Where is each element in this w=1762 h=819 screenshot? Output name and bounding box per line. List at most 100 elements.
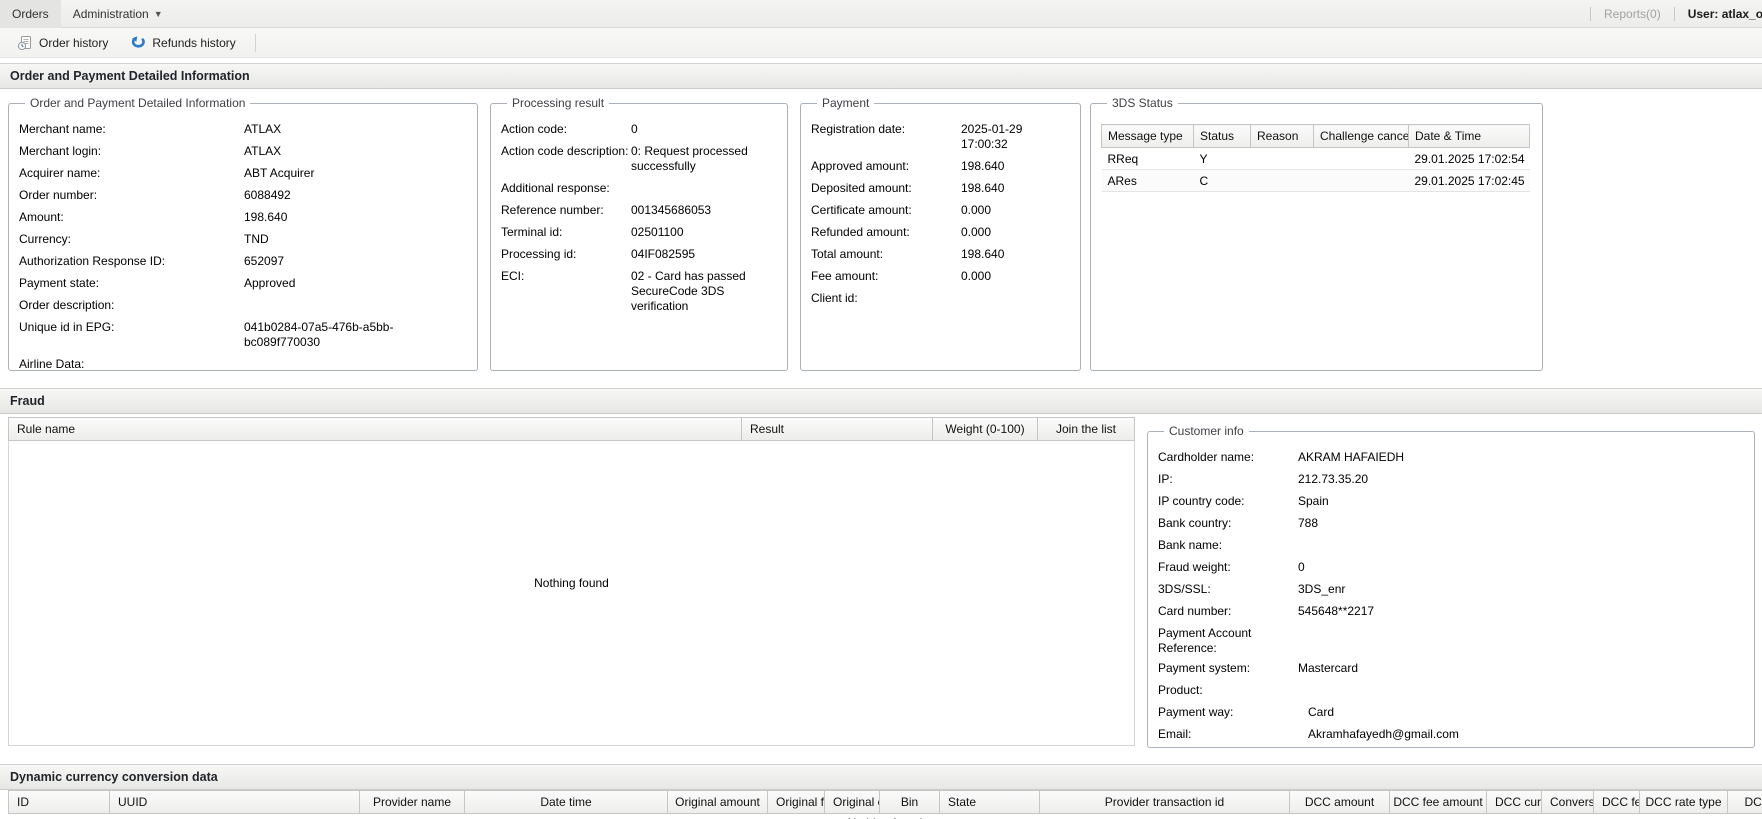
menu-administration[interactable]: Administration ▼ [61, 0, 175, 28]
field-value: Akramhafayedh@gmail.com [1298, 727, 1744, 742]
dcc-col-conversion[interactable]: Conversi [1542, 790, 1594, 814]
field-value: 0.000 [961, 269, 1070, 284]
field-label: Order description: [19, 298, 244, 313]
field-label: Action code: [501, 122, 631, 137]
dcc-col-dcc-amount[interactable]: DCC amount [1290, 790, 1390, 814]
dcc-col-dcc-fee-amount[interactable]: DCC fee amount [1390, 790, 1487, 814]
field-label: Refunded amount: [811, 225, 961, 240]
menubar-right: Reports(0) User: atlax_op [1590, 0, 1762, 28]
dcc-col-dcc-rate-type[interactable]: DCC rate type [1640, 790, 1728, 814]
threeds-col-reason[interactable]: Reason [1251, 125, 1314, 148]
field-label: Certificate amount: [811, 203, 961, 218]
field-value: ABT Acquirer [244, 166, 467, 181]
fraud-col-join-the-list[interactable]: Join the list [1038, 417, 1135, 441]
field-value [1298, 538, 1744, 553]
payment-fieldset: Payment Registration date:2025-01-29 17:… [800, 96, 1081, 371]
payment-legend: Payment [817, 96, 874, 110]
threeds-col-message-type[interactable]: Message type [1102, 125, 1194, 148]
field-value: 02501100 [631, 225, 777, 240]
field-label: Total amount: [811, 247, 961, 262]
section-header-fraud: Fraud [0, 388, 1762, 414]
dcc-col-date-time[interactable]: Date time [465, 790, 668, 814]
dcc-col-original-amount[interactable]: Original amount [668, 790, 768, 814]
fraud-col-rule-name[interactable]: Rule name [8, 417, 742, 441]
field-value: TND [244, 232, 467, 247]
order-info-fieldset: Order and Payment Detailed Information M… [8, 96, 478, 371]
field-label: Amount: [19, 210, 244, 225]
fraud-col-weight[interactable]: Weight (0-100) [933, 417, 1038, 441]
dcc-table-header: ID UUID Provider name Date time Original… [8, 790, 1762, 814]
field-value: ATLAX [244, 122, 467, 137]
field-label: Payment state: [19, 276, 244, 291]
field-label: Approved amount: [811, 159, 961, 174]
dcc-col-uuid[interactable]: UUID [110, 790, 360, 814]
dcc-col-state[interactable]: State [940, 790, 1040, 814]
field-value: 02 - Card has passed SecureCode 3DS veri… [631, 269, 777, 314]
field-label: ECI: [501, 269, 631, 314]
field-value: 041b0284-07a5-476b-a5bb-bc089f770030 [244, 320, 467, 350]
field-value: 0.000 [961, 203, 1070, 218]
customer-info-fieldset: Customer info Cardholder name:AKRAM HAFA… [1147, 424, 1755, 748]
field-label: Currency: [19, 232, 244, 247]
field-value: 001345686053 [631, 203, 777, 218]
cell-status: C [1194, 170, 1251, 192]
field-value: 04IF082595 [631, 247, 777, 262]
field-value [631, 181, 777, 196]
menubar-separator [1590, 7, 1591, 21]
threeds-col-challenge-cancel[interactable]: Challenge cancel [1314, 125, 1409, 148]
dcc-col-original-currency[interactable]: Original c [825, 790, 880, 814]
field-value: 3DS_enr [1298, 582, 1744, 597]
refunds-history-button[interactable]: Refunds history [121, 31, 244, 55]
dcc-col-id[interactable]: ID [8, 790, 110, 814]
field-label: Email: [1158, 727, 1298, 742]
field-value: 2025-01-29 17:00:32 [961, 122, 1070, 152]
field-value [961, 291, 1070, 306]
dcc-col-provider-name[interactable]: Provider name [360, 790, 465, 814]
dcc-col-dcc-currency[interactable]: DCC curr [1487, 790, 1542, 814]
field-label: Card number: [1158, 604, 1298, 619]
dcc-col-dcc-extra[interactable]: DCC [1728, 790, 1762, 814]
order-detail-page: Orders Administration ▼ Reports(0) User:… [0, 0, 1762, 819]
threeds-col-datetime[interactable]: Date & Time [1409, 125, 1530, 148]
order-history-button[interactable]: Order history [8, 31, 117, 55]
section-header-main-title: Order and Payment Detailed Information [10, 69, 250, 83]
threeds-status-fieldset: 3DS Status Message type Status Reason Ch… [1090, 96, 1543, 371]
section-header-main: Order and Payment Detailed Information [0, 63, 1762, 89]
dcc-col-original-fee[interactable]: Original f [768, 790, 825, 814]
field-label: Processing id: [501, 247, 631, 262]
threeds-header-row: Message type Status Reason Challenge can… [1102, 125, 1530, 148]
menubar-separator [1674, 7, 1675, 21]
section-header-dcc: Dynamic currency conversion data [0, 764, 1762, 790]
field-value [1298, 626, 1744, 656]
dcc-col-bin[interactable]: Bin [880, 790, 940, 814]
field-value: Mastercard [1298, 661, 1744, 676]
field-label: Payment system: [1158, 661, 1298, 676]
cell-reason [1251, 170, 1314, 192]
field-label: Reference number: [501, 203, 631, 218]
cell-challenge-cancel [1314, 148, 1409, 170]
threeds-col-status[interactable]: Status [1194, 125, 1251, 148]
toolbar-separator [255, 34, 256, 52]
cell-status: Y [1194, 148, 1251, 170]
fraud-col-result[interactable]: Result [742, 417, 933, 441]
dcc-col-dcc-fee[interactable]: DCC fee [1594, 790, 1640, 814]
field-label: Merchant login: [19, 144, 244, 159]
field-value: 198.640 [961, 159, 1070, 174]
field-label: Bank country: [1158, 516, 1298, 531]
field-label: Authorization Response ID: [19, 254, 244, 269]
menu-administration-label: Administration [73, 7, 149, 21]
threeds-row: RReq Y 29.01.2025 17:02:54 [1102, 148, 1530, 170]
refunds-history-icon [130, 35, 146, 51]
field-value: 652097 [244, 254, 467, 269]
fraud-table-header: Rule name Result Weight (0-100) Join the… [8, 417, 1135, 441]
chevron-down-icon: ▼ [154, 9, 163, 19]
field-label: Bank name: [1158, 538, 1298, 553]
field-value: 788 [1298, 516, 1744, 531]
field-label: 3DS/SSL: [1158, 582, 1298, 597]
fraud-table-body: Nothing found [8, 441, 1135, 746]
dcc-col-provider-transaction-id[interactable]: Provider transaction id [1040, 790, 1290, 814]
field-value: 545648**2217 [1298, 604, 1744, 619]
menu-reports[interactable]: Reports(0) [1604, 7, 1661, 21]
current-user-label: User: atlax_op [1688, 7, 1762, 21]
menu-orders[interactable]: Orders [0, 0, 61, 28]
